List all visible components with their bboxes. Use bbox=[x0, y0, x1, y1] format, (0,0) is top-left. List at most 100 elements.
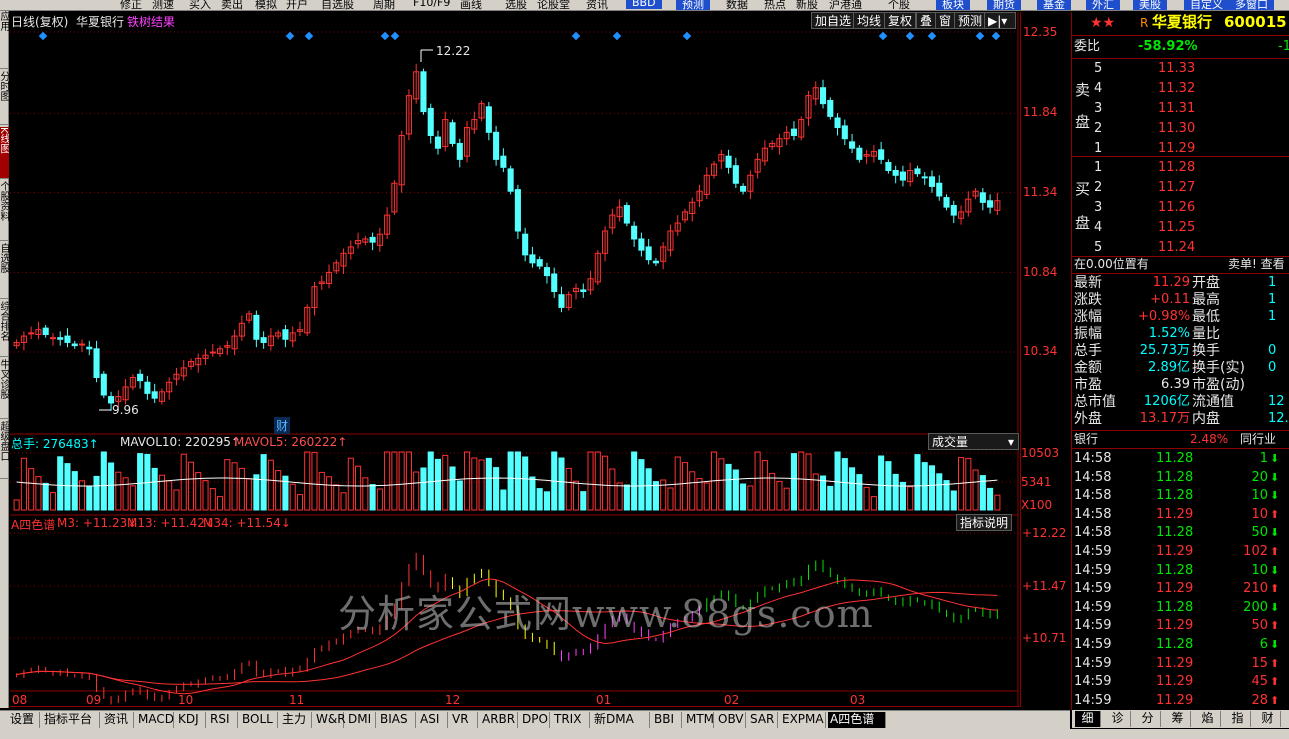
indicator-tab[interactable]: SAR bbox=[748, 712, 778, 728]
left-tab[interactable]: 综合排名 bbox=[0, 301, 9, 357]
left-tab[interactable]: 自选股 bbox=[0, 243, 9, 299]
toolbar-item[interactable]: 数据 bbox=[726, 0, 748, 10]
quote-tab[interactable]: 指 bbox=[1225, 711, 1251, 727]
candle-body bbox=[500, 155, 507, 168]
candle-body bbox=[57, 337, 64, 340]
toolbar-item[interactable]: 多窗口 bbox=[1229, 0, 1274, 10]
quote-tab[interactable]: 财 bbox=[1255, 711, 1281, 727]
indicator-tab[interactable]: BIAS bbox=[378, 712, 416, 728]
left-tab[interactable]: 牛叉诊股 bbox=[0, 359, 9, 419]
toolbar-item[interactable]: 开户 bbox=[286, 0, 308, 10]
volume-selector[interactable]: 成交量 ▾ bbox=[928, 433, 1019, 450]
financial-marker[interactable]: 财 bbox=[274, 417, 291, 434]
candle-body bbox=[725, 155, 732, 168]
indicator-tab[interactable]: 设置 bbox=[8, 712, 40, 728]
toolbar-item[interactable]: F10/F9 bbox=[413, 0, 450, 9]
toolbar-item[interactable]: 买入 bbox=[189, 0, 211, 10]
indicator-tab[interactable]: 新DMA bbox=[592, 712, 650, 728]
industry-label[interactable]: 银行 bbox=[1074, 430, 1098, 448]
add-favorite-button[interactable]: 加自选 bbox=[811, 12, 856, 29]
volume-bar bbox=[318, 471, 325, 511]
indicator-tab[interactable]: KDJ bbox=[176, 712, 206, 728]
indicator-tab[interactable]: A四色谱 bbox=[828, 712, 886, 728]
candle-body bbox=[899, 171, 906, 181]
indicator-tab[interactable]: 资讯 bbox=[102, 712, 134, 728]
quote-tab[interactable]: 分 bbox=[1135, 711, 1161, 727]
volume-bar bbox=[224, 459, 231, 511]
toolbar-item[interactable]: 板块 bbox=[936, 0, 970, 10]
tick-row: 14:58 11.28 50 ⬇ bbox=[1072, 524, 1289, 542]
volume-bar bbox=[86, 485, 93, 511]
indicator-tab[interactable]: W&R bbox=[314, 712, 346, 728]
indicator-tab[interactable]: BBI bbox=[652, 712, 682, 728]
arrow-up-icon: ⬆ bbox=[1270, 582, 1280, 596]
indicator-tab[interactable]: DPO bbox=[520, 712, 550, 728]
event-marker-icon bbox=[304, 31, 314, 41]
indicator-tab[interactable]: OBV bbox=[716, 712, 746, 728]
toolbar-item[interactable]: 沪港通 bbox=[829, 0, 862, 10]
toolbar-item[interactable]: 自选股 bbox=[321, 0, 354, 10]
toolbar-item[interactable]: 预测 bbox=[676, 0, 710, 10]
toolbar-item[interactable]: 卖出 bbox=[221, 0, 243, 10]
volume-bar bbox=[413, 471, 420, 511]
indicator-tab[interactable]: VR bbox=[450, 712, 478, 728]
volume-bar bbox=[529, 476, 536, 511]
toolbar-item[interactable]: 自定义 bbox=[1184, 0, 1229, 10]
indicator-tab[interactable]: MTM bbox=[684, 712, 714, 728]
toolbar-item[interactable]: 测速 bbox=[152, 0, 174, 10]
price-axis-label: 10.84 bbox=[1023, 265, 1058, 279]
toolbar-item[interactable]: 美股 bbox=[1133, 0, 1167, 10]
toolbar-item[interactable]: BBD bbox=[626, 0, 662, 9]
tick-volume: 1 bbox=[1259, 451, 1268, 466]
tick-row: 14:58 11.28 1 ⬇ bbox=[1072, 450, 1289, 468]
volume-bar bbox=[732, 469, 739, 511]
indicator-tab[interactable]: BOLL bbox=[240, 712, 278, 728]
toolbar-item[interactable]: 个股 bbox=[888, 0, 910, 10]
indicator-tab[interactable]: RSI bbox=[208, 712, 238, 728]
toolbar-item[interactable]: 新股 bbox=[796, 0, 818, 10]
candle-body bbox=[921, 176, 928, 179]
indicator-tab[interactable]: 指标平台 bbox=[42, 712, 100, 728]
left-tab[interactable]: 分时图 bbox=[0, 71, 9, 125]
toolbar-item[interactable]: 修正 bbox=[120, 0, 142, 10]
left-tab[interactable]: 个股资料 bbox=[0, 181, 9, 241]
quote-tab[interactable]: 细 bbox=[1075, 711, 1101, 727]
left-tab[interactable]: 超级盘口 bbox=[0, 421, 9, 479]
indicator-tab[interactable]: MACD bbox=[136, 712, 174, 728]
toolbar-item[interactable]: 画线 bbox=[460, 0, 482, 10]
quote-tab[interactable]: 焰 bbox=[1195, 711, 1221, 727]
tick-volume: 50 bbox=[1251, 618, 1268, 634]
toolbar-item[interactable]: 选股 bbox=[505, 0, 527, 10]
left-tab[interactable]: 应用 bbox=[0, 11, 9, 69]
forecast-button[interactable]: 预测 bbox=[954, 12, 987, 29]
indicator-tab[interactable]: ASI bbox=[418, 712, 448, 728]
period-label[interactable]: 日线(复权) bbox=[11, 13, 68, 30]
indicator-help-button[interactable]: 指标说明 bbox=[956, 514, 1013, 531]
toolbar-item[interactable]: 基金 bbox=[1037, 0, 1071, 10]
quote-tab[interactable]: 筹 bbox=[1165, 711, 1191, 727]
toolbar-item[interactable]: 期货 bbox=[987, 0, 1021, 10]
toolbar-item[interactable]: 论股堂 bbox=[537, 0, 570, 10]
toolbar-item[interactable]: 资讯 bbox=[586, 0, 608, 10]
weibi-extra: -1 bbox=[1278, 39, 1289, 54]
volume-bar bbox=[587, 451, 594, 511]
quote-tab[interactable]: 诊 bbox=[1105, 711, 1131, 727]
industry-rank[interactable]: 同行业 bbox=[1240, 430, 1276, 448]
toolbar-item[interactable]: 热点 bbox=[764, 0, 786, 10]
left-tab[interactable]: K线图 bbox=[0, 127, 9, 179]
toolbar-item[interactable]: 模拟 bbox=[255, 0, 277, 10]
tick-price: 11.29 bbox=[1156, 506, 1194, 522]
indicator-tab[interactable]: 主力 bbox=[280, 712, 312, 728]
indicator-tab[interactable]: ARBR bbox=[480, 712, 518, 728]
overlay-button[interactable]: 叠 bbox=[916, 12, 937, 29]
expand-panel-button[interactable]: ▶|▾ bbox=[984, 12, 1016, 29]
indicator-tab[interactable]: EXPMA bbox=[780, 712, 826, 728]
indicator-tab[interactable]: TRIX bbox=[552, 712, 590, 728]
window-button[interactable]: 窗 bbox=[935, 12, 956, 29]
toolbar-item[interactable]: 周期 bbox=[373, 0, 395, 10]
rights-adjust-button[interactable]: 复权 bbox=[884, 12, 917, 29]
indicator-tab[interactable]: DMI bbox=[346, 712, 376, 728]
position-link[interactable]: 卖单! 查看 bbox=[1228, 255, 1285, 273]
moving-average-button[interactable]: 均线 bbox=[853, 12, 886, 29]
toolbar-item[interactable]: 外汇 bbox=[1086, 0, 1120, 10]
